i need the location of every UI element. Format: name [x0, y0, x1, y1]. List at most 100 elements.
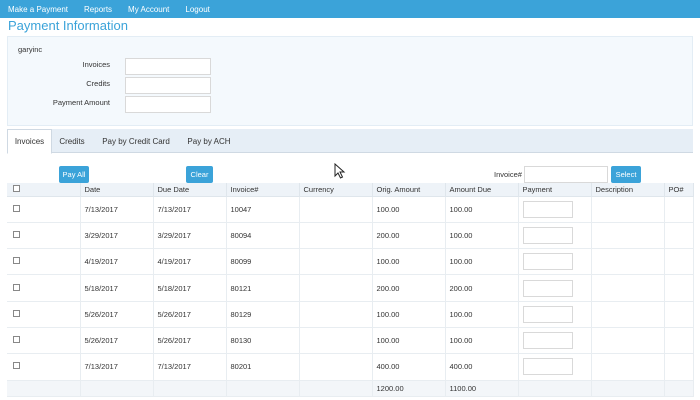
- cell-po: [664, 327, 694, 355]
- tab-invoices[interactable]: Invoices: [7, 129, 52, 154]
- cell-currency: [299, 222, 373, 250]
- row-select-cell: [7, 196, 81, 223]
- payment-input[interactable]: [522, 253, 573, 271]
- payment-input[interactable]: [522, 332, 573, 350]
- nav-make-a-payment[interactable]: Make a Payment: [8, 5, 68, 14]
- total-amount-due: 1100.00: [445, 380, 519, 397]
- nav-reports[interactable]: Reports: [84, 5, 112, 14]
- nav-my-account[interactable]: My Account: [128, 5, 169, 14]
- cell-po: [664, 248, 694, 276]
- table-row: 4/19/2017 4/19/2017 80099 100.00 100.00: [7, 248, 694, 276]
- cell-po: [664, 196, 694, 223]
- col-header-po[interactable]: PO#: [664, 183, 694, 197]
- col-header-currency[interactable]: Currency: [299, 183, 373, 197]
- cell-orig-amount: 200.00: [372, 222, 446, 250]
- invoices-field[interactable]: [125, 58, 211, 75]
- table-header-row: Date Due Date Invoice# Currency Orig. Am…: [7, 183, 694, 197]
- cell-currency: [299, 301, 373, 328]
- payment-input[interactable]: [522, 305, 573, 323]
- table-row: 5/18/2017 5/18/2017 80121 200.00 200.00: [7, 274, 694, 302]
- row-checkbox[interactable]: [13, 230, 20, 238]
- cell-description: [591, 196, 665, 223]
- cell-description: [591, 274, 665, 302]
- payment-input[interactable]: [522, 358, 573, 376]
- tab-pay-by-credit-card[interactable]: Pay by Credit Card: [92, 129, 180, 153]
- cell-payment: [518, 327, 592, 355]
- cell-invoice: 80121: [226, 274, 300, 302]
- cell-date: 3/29/2017: [80, 222, 154, 250]
- cell-due-date: 5/26/2017: [153, 301, 227, 328]
- cell-orig-amount: 100.00: [372, 248, 446, 276]
- row-checkbox[interactable]: [13, 336, 20, 344]
- pay-all-button[interactable]: Pay All: [59, 166, 89, 183]
- cell-currency: [299, 248, 373, 276]
- top-nav: Make a Payment Reports My Account Logout: [0, 0, 700, 18]
- select-all-cell: [7, 183, 81, 197]
- clear-button[interactable]: Clear: [186, 166, 213, 183]
- select-button[interactable]: Select: [611, 166, 641, 183]
- cell-orig-amount: 100.00: [372, 327, 446, 355]
- row-checkbox[interactable]: [13, 362, 20, 370]
- cell-currency: [299, 274, 373, 302]
- nav-logout[interactable]: Logout: [185, 5, 209, 14]
- cell-amount-due: 100.00: [445, 301, 519, 328]
- cell-po: [664, 301, 694, 328]
- table-row: 7/13/2017 7/13/2017 80201 400.00 400.00: [7, 353, 694, 381]
- cell-amount-due: 100.00: [445, 327, 519, 355]
- username: garyinc: [18, 45, 43, 54]
- cell-due-date: 3/29/2017: [153, 222, 227, 250]
- invoice-search-input[interactable]: [524, 166, 608, 183]
- cell-date: 4/19/2017: [80, 248, 154, 276]
- cell-amount-due: 400.00: [445, 353, 519, 381]
- cell-invoice: 80099: [226, 248, 300, 276]
- payment-input[interactable]: [522, 200, 573, 218]
- cell-invoice: 80129: [226, 301, 300, 328]
- col-header-date[interactable]: Date: [80, 183, 154, 197]
- col-header-invoice[interactable]: Invoice#: [226, 183, 300, 197]
- cell-due-date: 7/13/2017: [153, 196, 227, 223]
- row-checkbox[interactable]: [13, 204, 20, 212]
- cell-date: 5/26/2017: [80, 327, 154, 355]
- invoices-table: Date Due Date Invoice# Currency Orig. Am…: [7, 183, 694, 397]
- select-all-checkbox[interactable]: [13, 184, 20, 192]
- cell-invoice: 80201: [226, 353, 300, 381]
- cell-payment: [518, 222, 592, 250]
- col-header-orig-amount[interactable]: Orig. Amount: [372, 183, 446, 197]
- credits-row: Credits: [8, 77, 694, 94]
- cell-due-date: 5/18/2017: [153, 274, 227, 302]
- invoice-search-label: Invoice#: [494, 170, 522, 179]
- payment-info-panel: garyinc Invoices Credits Payment Amount: [7, 36, 693, 126]
- payment-input[interactable]: [522, 226, 573, 244]
- cell-date: 7/13/2017: [80, 196, 154, 223]
- row-checkbox[interactable]: [13, 257, 20, 265]
- col-header-due-date[interactable]: Due Date: [153, 183, 227, 197]
- cell-payment: [518, 274, 592, 302]
- payment-input[interactable]: [522, 279, 573, 297]
- row-checkbox[interactable]: [13, 283, 20, 291]
- tab-pay-by-ach[interactable]: Pay by ACH: [180, 129, 238, 153]
- cell-description: [591, 301, 665, 328]
- tab-credits[interactable]: Credits: [52, 129, 92, 153]
- row-checkbox[interactable]: [13, 309, 20, 317]
- row-select-cell: [7, 353, 81, 381]
- cell-currency: [299, 196, 373, 223]
- cell-payment: [518, 196, 592, 223]
- cell-due-date: 4/19/2017: [153, 248, 227, 276]
- payment-amount-field[interactable]: [125, 96, 211, 113]
- total-orig-amount: 1200.00: [372, 380, 446, 397]
- table-row: 5/26/2017 5/26/2017 80130 100.00 100.00: [7, 327, 694, 355]
- col-header-payment[interactable]: Payment: [518, 183, 592, 197]
- row-select-cell: [7, 222, 81, 250]
- credits-field[interactable]: [125, 77, 211, 94]
- cell-invoice: 80094: [226, 222, 300, 250]
- cell-currency: [299, 353, 373, 381]
- cell-description: [591, 327, 665, 355]
- cell-payment: [518, 353, 592, 381]
- col-header-description[interactable]: Description: [591, 183, 665, 197]
- cell-amount-due: 100.00: [445, 196, 519, 223]
- cell-po: [664, 353, 694, 381]
- cell-currency: [299, 327, 373, 355]
- cell-description: [591, 353, 665, 381]
- col-header-amount-due[interactable]: Amount Due: [445, 183, 519, 197]
- cell-date: 5/18/2017: [80, 274, 154, 302]
